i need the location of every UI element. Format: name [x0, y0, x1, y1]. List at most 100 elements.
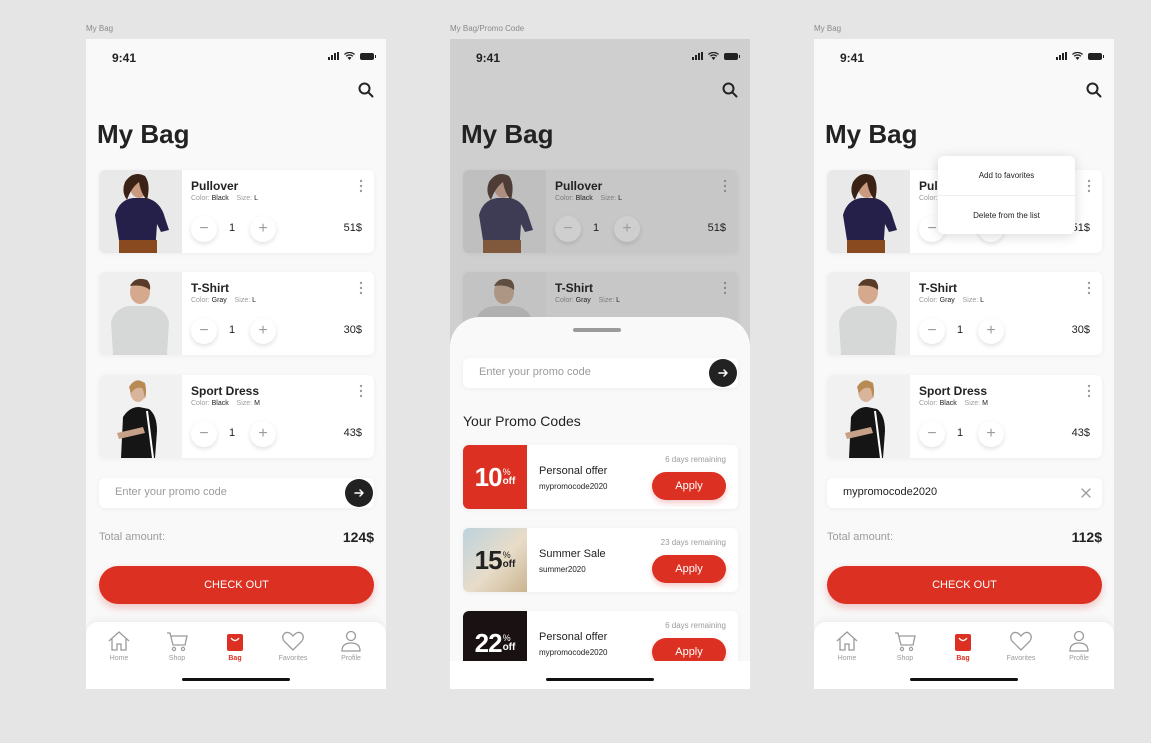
promo-submit-button[interactable]: [709, 359, 737, 387]
tab-favorites[interactable]: Favorites: [268, 629, 318, 662]
tab-favorites[interactable]: Favorites: [996, 629, 1046, 662]
tab-profile[interactable]: Profile: [1054, 629, 1104, 662]
quantity-value: 1: [593, 222, 600, 234]
bag-item[interactable]: Pullover Color: Black Size: L − 1 + 51$: [99, 170, 374, 253]
tab-home[interactable]: Home: [94, 629, 144, 662]
promo-code-input[interactable]: Enter your promo code: [99, 478, 374, 508]
tab-bag[interactable]: Bag: [210, 629, 260, 662]
battery-icon: [360, 52, 376, 60]
tab-bag[interactable]: Bag: [938, 629, 988, 662]
promo-title: Personal offer: [539, 465, 608, 477]
item-context-menu: Add to favorites Delete from the list: [938, 156, 1075, 234]
signal-icon: [328, 52, 339, 60]
product-name: Pullover: [191, 179, 239, 193]
home-icon: [836, 631, 858, 651]
more-options-icon[interactable]: [358, 384, 364, 398]
sheet-grabber[interactable]: [573, 328, 621, 332]
increase-quantity-button[interactable]: +: [250, 216, 276, 242]
signal-icon: [692, 52, 703, 60]
heart-icon: [282, 631, 304, 651]
total-amount-value: 112$: [1071, 529, 1102, 545]
promo-submit-button[interactable]: [345, 479, 373, 507]
increase-quantity-button[interactable]: +: [250, 421, 276, 447]
bag-item[interactable]: T-Shirt Color: Gray Size: L − 1 + 30$: [99, 272, 374, 355]
search-icon[interactable]: [721, 81, 739, 99]
promo-code-input[interactable]: Enter your promo code: [463, 358, 738, 388]
tab-home[interactable]: Home: [822, 629, 872, 662]
more-options-icon[interactable]: [1086, 179, 1092, 193]
promo-code: mypromocode2020: [539, 482, 608, 491]
checkout-button[interactable]: CHECK OUT: [99, 566, 374, 604]
wifi-icon: [708, 52, 719, 60]
status-time: 9:41: [476, 51, 501, 65]
product-price: 51$: [343, 222, 362, 234]
discount-badge: 15 % off: [463, 528, 527, 592]
product-name: T-Shirt: [919, 281, 957, 295]
increase-quantity-button[interactable]: +: [978, 421, 1004, 447]
product-attributes: Color: Gray Size: L: [191, 297, 257, 304]
quantity-value: 1: [229, 427, 236, 439]
status-bar: 9:41: [450, 39, 750, 73]
promo-code-placeholder: Enter your promo code: [479, 366, 591, 378]
home-indicator: [182, 678, 290, 681]
increase-quantity-button[interactable]: +: [614, 216, 640, 242]
add-to-favorites-menu-item[interactable]: Add to favorites: [938, 156, 1075, 195]
battery-icon: [1088, 52, 1104, 60]
discount-badge: 10 % off: [463, 445, 527, 509]
increase-quantity-button[interactable]: +: [250, 318, 276, 344]
bag-item[interactable]: Pullover Color: Black Size: L − 1 + 51$: [463, 170, 738, 253]
quantity-value: 1: [229, 222, 236, 234]
frame-label: My Bag: [814, 24, 842, 33]
product-image: [827, 272, 910, 355]
home-indicator: [546, 678, 654, 681]
product-price: 30$: [1071, 324, 1090, 336]
bag-item[interactable]: Sport Dress Color: Black Size: M − 1 + 4…: [827, 375, 1102, 458]
bag-item[interactable]: T-Shirt Color: Gray Size: L − 1 + 30$: [827, 272, 1102, 355]
bag-item[interactable]: Sport Dress Color: Black Size: M − 1 + 4…: [99, 375, 374, 458]
home-indicator: [910, 678, 1018, 681]
more-options-icon[interactable]: [1086, 384, 1092, 398]
promo-code-input[interactable]: mypromocode2020: [827, 478, 1102, 508]
more-options-icon[interactable]: [358, 179, 364, 193]
product-name: T-Shirt: [555, 281, 593, 295]
decrease-quantity-button[interactable]: −: [191, 421, 217, 447]
decrease-quantity-button[interactable]: −: [191, 216, 217, 242]
product-price: 51$: [707, 222, 726, 234]
decrease-quantity-button[interactable]: −: [919, 421, 945, 447]
search-icon[interactable]: [357, 81, 375, 99]
more-options-icon[interactable]: [1086, 281, 1092, 295]
product-image: [99, 272, 182, 355]
more-options-icon[interactable]: [358, 281, 364, 295]
tab-shop[interactable]: Shop: [152, 629, 202, 662]
product-attributes: Color: Black Size: L: [191, 195, 258, 202]
tab-shop[interactable]: Shop: [880, 629, 930, 662]
heart-icon: [1010, 631, 1032, 651]
status-time: 9:41: [112, 51, 137, 65]
increase-quantity-button[interactable]: +: [978, 318, 1004, 344]
checkout-button[interactable]: CHECK OUT: [827, 566, 1102, 604]
product-image: [827, 170, 910, 253]
decrease-quantity-button[interactable]: −: [191, 318, 217, 344]
more-options-icon[interactable]: [722, 179, 728, 193]
product-attributes: Color: Black Size: M: [191, 400, 260, 407]
decrease-quantity-button[interactable]: −: [555, 216, 581, 242]
page-title: My Bag: [825, 119, 918, 149]
more-options-icon[interactable]: [722, 281, 728, 295]
tab-profile[interactable]: Profile: [326, 629, 376, 662]
decrease-quantity-button[interactable]: −: [919, 318, 945, 344]
bag-icon: [227, 634, 243, 651]
product-name: T-Shirt: [191, 281, 229, 295]
bag-icon: [955, 634, 971, 651]
promo-code-value: mypromocode2020: [843, 486, 938, 498]
sheet-footer: [450, 661, 750, 689]
search-icon[interactable]: [1085, 81, 1103, 99]
quantity-value: 1: [957, 324, 964, 336]
quantity-value: 1: [957, 427, 964, 439]
profile-icon: [1069, 630, 1089, 652]
delete-from-list-menu-item[interactable]: Delete from the list: [938, 195, 1075, 234]
apply-button[interactable]: Apply: [652, 472, 726, 500]
profile-icon: [341, 630, 361, 652]
phone-my-bag: 9:41 My Bag Pullover Color: Black Size: …: [86, 39, 386, 689]
apply-button[interactable]: Apply: [652, 555, 726, 583]
clear-icon[interactable]: [1080, 487, 1092, 499]
